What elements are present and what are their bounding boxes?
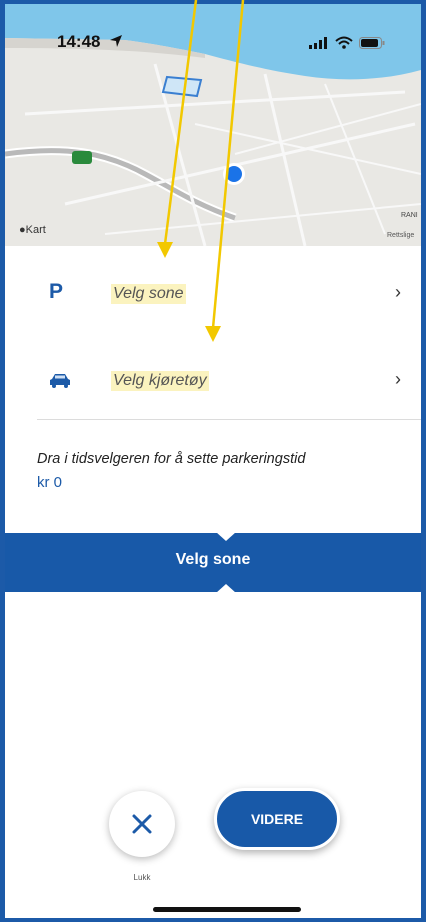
annotation-arrows — [157, 0, 245, 342]
